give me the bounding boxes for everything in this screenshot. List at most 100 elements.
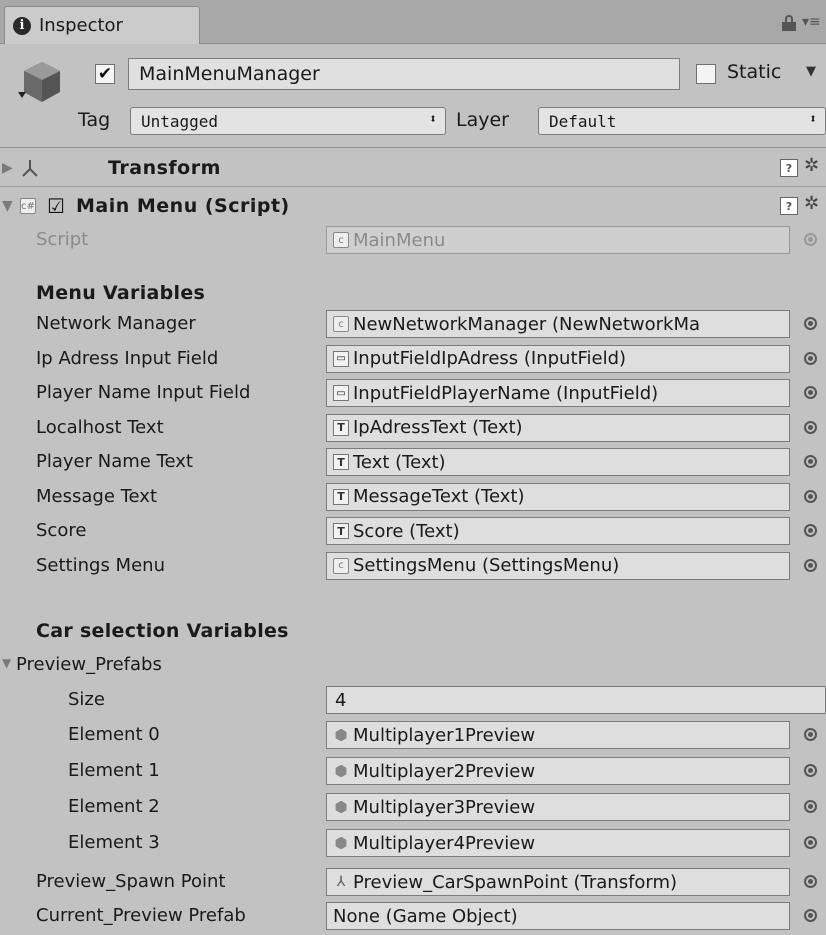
object-field[interactable]: ▭ InputFieldIpAdress (InputField) <box>326 344 790 373</box>
preview-prefabs-label: Preview_Prefabs <box>16 654 162 675</box>
info-icon: i <box>13 16 31 35</box>
object-field[interactable]: ⬢ Multiplayer4Preview <box>326 829 790 857</box>
field-value: Multiplayer4Preview <box>353 832 536 854</box>
prefab-icon: ⬢ <box>334 762 348 780</box>
gear-icon[interactable]: ✲ <box>804 155 819 176</box>
transform-title: Transform <box>108 157 221 179</box>
transform-icon: ⅄ <box>336 874 346 890</box>
field-value: InputFieldIpAdress (InputField) <box>353 348 627 369</box>
menu-field-row: Score T Score (Text) <box>0 514 826 548</box>
object-field[interactable]: ⬢ Multiplayer3Preview <box>326 793 790 821</box>
object-field[interactable]: ▭ InputFieldPlayerName (InputField) <box>326 379 790 407</box>
field-label: Settings Menu <box>36 554 165 576</box>
field-label: Element 0 <box>68 724 160 745</box>
gameobject-name-field[interactable]: MainMenuManager <box>128 58 680 90</box>
text-component-icon: T <box>333 488 349 505</box>
object-picker-icon[interactable] <box>804 455 817 468</box>
static-checkbox[interactable] <box>696 64 716 84</box>
object-picker-icon[interactable] <box>804 317 817 330</box>
input-field-icon: ▭ <box>333 350 349 367</box>
field-label: Network Manager <box>36 313 196 334</box>
field-value: Score (Text) <box>353 520 460 542</box>
foldout-expanded-icon[interactable]: ▼ <box>2 656 11 670</box>
object-field[interactable]: c NewNetworkManager (NewNetworkMa <box>326 310 790 338</box>
inspector-tab-label: Inspector <box>39 15 123 36</box>
object-picker-icon[interactable] <box>804 800 817 813</box>
foldout-expanded-icon[interactable]: ▼ <box>2 198 13 214</box>
menu-icon[interactable]: ▾≡ <box>802 14 821 30</box>
object-field[interactable]: T IpAdressText (Text) <box>326 413 790 442</box>
object-picker-icon[interactable] <box>804 764 817 777</box>
gameobject-cube-icon <box>18 62 60 102</box>
field-value: Multiplayer3Preview <box>353 796 536 818</box>
script-file-icon: c <box>333 316 349 332</box>
current-prefab-field[interactable]: None (Game Object) <box>326 902 790 930</box>
object-picker-icon <box>804 233 817 246</box>
object-picker-icon[interactable] <box>804 728 817 741</box>
static-dropdown-icon[interactable]: ▼ <box>806 64 816 79</box>
field-value: InputFieldPlayerName (InputField) <box>353 382 659 404</box>
menu-field-row: Player Name Text T Text (Text) <box>0 445 826 479</box>
current-prefab-row: Current_Preview Prefab None (Game Object… <box>0 899 826 933</box>
gear-icon[interactable]: ✲ <box>804 193 819 214</box>
layer-dropdown[interactable]: Default ⬍ <box>538 107 826 135</box>
spawn-point-field[interactable]: ⅄ Preview_CarSpawnPoint (Transform) <box>326 868 790 896</box>
size-input[interactable]: 4 <box>326 686 826 714</box>
script-label: Script <box>36 229 89 250</box>
menu-field-row: Network Manager c NewNetworkManager (NewNe… <box>0 307 826 341</box>
spawn-point-value: Preview_CarSpawnPoint (Transform) <box>353 871 678 893</box>
tag-dropdown[interactable]: Untagged ⬍ <box>130 107 446 135</box>
object-field[interactable]: T Text (Text) <box>326 448 790 476</box>
object-field[interactable]: ⬢ Multiplayer1Preview <box>326 721 790 749</box>
mainmenu-component-header[interactable]: ▼ c# ☑ Main Menu (Script) ? ✲ <box>0 188 826 224</box>
object-field[interactable]: ⬢ Multiplayer2Preview <box>326 757 790 785</box>
field-value: MessageText (Text) <box>353 486 525 507</box>
active-checkbox[interactable]: ✔ <box>95 64 115 84</box>
script-file-icon: c <box>333 232 349 248</box>
menu-field-row: Player Name Input Field ▭ InputFieldPlayer… <box>0 376 826 410</box>
menu-field-row: Ip Adress Input Field ▭ InputFieldIpAdress… <box>0 342 826 376</box>
object-picker-icon[interactable] <box>804 351 817 365</box>
help-icon[interactable]: ? <box>780 197 798 215</box>
inspector-tab[interactable]: i Inspector <box>4 6 200 44</box>
field-label: Ip Adress Input Field <box>36 347 219 369</box>
field-label: Player Name Text <box>36 451 193 472</box>
preview-prefabs-row[interactable]: ▼ Preview_Prefabs <box>0 648 826 682</box>
size-row: Size 4 <box>0 683 826 717</box>
spawn-point-row: Preview_Spawn Point ⅄ Preview_CarSpawnPo… <box>0 865 826 899</box>
object-picker-icon[interactable] <box>804 386 817 399</box>
text-component-icon: T <box>333 523 349 539</box>
object-picker-icon[interactable] <box>804 909 817 922</box>
field-value: Multiplayer2Preview <box>353 760 536 782</box>
menu-field-row: Localhost Text T IpAdressText (Text) <box>0 411 826 445</box>
transform-component-header[interactable]: ▶ Transform ? ✲ <box>0 150 826 186</box>
object-picker-icon[interactable] <box>804 524 817 537</box>
help-icon[interactable]: ? <box>780 159 798 177</box>
gameobject-header: ✔ MainMenuManager Static ▼ Tag Untagged … <box>0 44 826 148</box>
layer-value: Default <box>549 111 617 131</box>
object-picker-icon[interactable] <box>804 420 817 434</box>
menu-field-row: Message Text T MessageText (Text) <box>0 480 826 514</box>
object-field[interactable]: T Score (Text) <box>326 517 790 545</box>
object-picker-icon[interactable] <box>804 836 817 849</box>
transform-icon <box>22 160 38 177</box>
mainmenu-title: Main Menu (Script) <box>76 195 290 217</box>
object-picker-icon[interactable] <box>804 489 817 503</box>
field-label: Player Name Input Field <box>36 382 251 403</box>
object-picker-icon[interactable] <box>804 558 817 572</box>
foldout-collapsed-icon[interactable]: ▶ <box>2 160 13 176</box>
component-enabled-checkbox[interactable]: ☑ <box>46 196 66 216</box>
field-value: Multiplayer1Preview <box>353 724 536 746</box>
field-value: Text (Text) <box>353 451 446 473</box>
object-picker-icon[interactable] <box>804 875 817 888</box>
object-field[interactable]: c SettingsMenu (SettingsMenu) <box>326 551 790 580</box>
object-field[interactable]: T MessageText (Text) <box>326 482 790 511</box>
field-value: SettingsMenu (SettingsMenu) <box>353 555 620 576</box>
static-label: Static <box>727 61 782 83</box>
field-label: Localhost Text <box>36 416 164 438</box>
tag-label: Tag <box>78 109 111 131</box>
spawn-point-label: Preview_Spawn Point <box>36 871 226 892</box>
size-label: Size <box>68 689 105 710</box>
field-value: IpAdressText (Text) <box>353 417 523 438</box>
lock-icon[interactable] <box>782 15 796 31</box>
